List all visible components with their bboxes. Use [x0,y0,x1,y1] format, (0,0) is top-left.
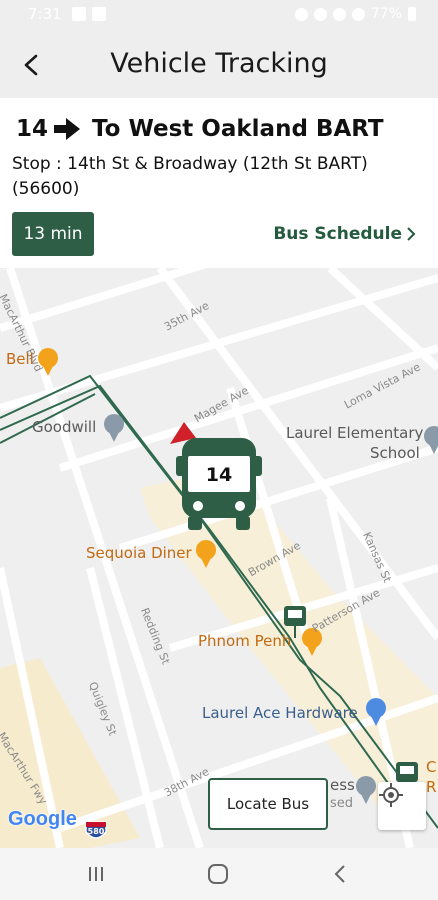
home-button[interactable] [204,860,232,888]
arrow-right-icon [54,118,81,140]
stop-name: Stop : 14th St & Broadway (12th St BART) [12,154,368,174]
poi-label[interactable]: C [426,758,436,776]
route-destination: To West Oakland BART [92,116,384,142]
wifi-icon [332,7,346,21]
bus-schedule-link[interactable]: Bus Schedule [273,224,416,244]
poi-label: sed [330,796,354,811]
crosshair-icon [379,783,403,807]
google-logo: Google [8,808,77,831]
notification-icons [72,7,106,21]
system-back-button[interactable] [326,860,354,888]
highway-number: 580 [87,827,105,836]
check-notification-icon [92,7,106,21]
bus-number-label: 14 [205,464,233,486]
location-icon [313,7,327,21]
place-pin-icon[interactable] [104,414,124,442]
highway-shield-icon: 580 [84,820,108,842]
place-pin-icon[interactable] [356,776,376,804]
app-bar: Vehicle Tracking [0,30,438,98]
map-view[interactable]: MacArthur Blvd 35th Ave Magee Ave Loma V… [0,268,438,848]
eta-badge: 13 min [12,212,94,256]
alarm-icon [294,7,308,21]
status-bar: 7:31 77% [0,0,438,30]
battery-percent: 77% [370,6,402,22]
page-title: Vehicle Tracking [110,48,328,79]
stop-description: Stop : 14th St & Broadway (12th St BART)… [12,152,432,202]
poi-label[interactable]: School [370,444,420,462]
battery-icon [408,7,416,21]
recent-apps-button[interactable] [82,860,110,888]
bus-schedule-label: Bus Schedule [273,224,402,244]
back-chevron-icon [334,865,345,883]
route-header: 14 To West Oakland BART [16,116,384,142]
poi-label[interactable]: Bell [6,350,34,368]
poi-label[interactable]: Laurel Ace Hardware [202,704,358,722]
poi-label[interactable]: Goodwill [32,418,96,436]
image-notification-icon [72,7,86,21]
bus-vehicle-marker[interactable]: 14 [172,436,266,532]
recent-apps-icon [89,867,103,881]
stop-id: (56600) [12,179,80,199]
route-number: 14 [16,116,49,142]
system-icons: 77% [294,6,416,22]
poi-label[interactable]: ess [330,776,355,794]
home-icon [208,864,228,884]
chevron-right-icon [407,227,416,241]
route-info-panel: 14 To West Oakland BART Stop : 14th St &… [0,98,438,268]
poi-label[interactable]: Sequoia Diner [86,544,192,562]
google-wordmark: Google [8,808,77,830]
system-nav-bar [0,848,438,900]
signal-icon [351,7,365,21]
locate-bus-button[interactable]: Locate Bus [208,778,328,830]
my-location-button[interactable] [378,782,426,830]
poi-label[interactable]: Phnom Penh [198,632,291,650]
status-time: 7:31 [28,5,62,23]
poi-label[interactable]: Laurel Elementary [286,424,423,442]
poi-label[interactable]: R [426,778,436,796]
